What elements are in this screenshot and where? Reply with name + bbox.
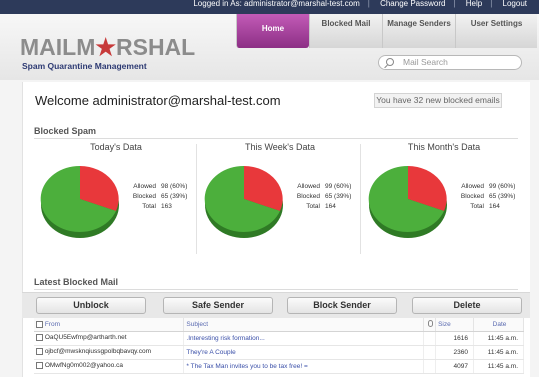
subject-cell[interactable]: .Interesting risk formation...: [183, 331, 425, 346]
chart-stats: Allowed 98 (60%) Blocked 65 (39%) Total 163: [128, 182, 188, 212]
help-link[interactable]: Help: [466, 0, 482, 8]
table-header-row: From Subject Size Date: [34, 318, 524, 332]
search-icon: [386, 58, 394, 66]
attachment-cell: [423, 345, 437, 360]
delete-button[interactable]: Delete: [412, 297, 522, 314]
tab-manage-senders[interactable]: Manage Senders: [382, 14, 455, 48]
row-checkbox[interactable]: [36, 362, 43, 370]
size-cell: 4097: [435, 359, 475, 374]
main-nav: Home Blocked Mail Manage Senders User Se…: [236, 14, 537, 48]
attachment-cell: [423, 359, 437, 374]
search-placeholder: Mail Search: [403, 57, 448, 67]
welcome-heading: Welcome administrator@marshal-test.com: [35, 93, 281, 108]
size-cell: 1616: [435, 331, 475, 346]
table-row[interactable]: OMwfNg0m002@yahoo.ca * The Tax Man invit…: [34, 359, 524, 374]
divider: [360, 144, 361, 254]
total-value: 163: [161, 203, 172, 210]
pie-chart: [204, 165, 283, 238]
divider: [196, 144, 197, 254]
tab-blocked-mail[interactable]: Blocked Mail: [309, 14, 382, 48]
blocked-mail-table: From Subject Size Date OaQU5Ewfmp@arthar…: [34, 318, 524, 374]
chart-title: This Month's Data: [407, 142, 481, 152]
logout-link[interactable]: Logout: [503, 0, 527, 8]
allowed-label: Allowed: [461, 183, 484, 190]
total-value: 164: [489, 203, 500, 210]
paperclip-icon: [428, 319, 434, 327]
separator: |: [453, 0, 456, 8]
blocked-label: Blocked: [296, 193, 320, 200]
from-cell: OMwfNg0m002@yahoo.ca: [44, 362, 123, 370]
mail-search-input[interactable]: Mail Search: [378, 55, 522, 70]
allowed-label: Allowed: [133, 183, 156, 190]
new-blocked-notice[interactable]: You have 32 new blocked emails: [374, 93, 502, 108]
allowed-value: 98 (60%): [161, 183, 188, 190]
unblock-button[interactable]: Unblock: [36, 297, 146, 314]
safe-sender-button[interactable]: Safe Sender: [163, 297, 273, 314]
table-row[interactable]: OaQU5Ewfmp@artharth.net .Interesting ris…: [34, 331, 524, 346]
table-row[interactable]: ojbcf@mwsknqiussgpolbqbavqy.com They're …: [34, 345, 524, 360]
allowed-value: 99 (60%): [489, 183, 516, 190]
date-cell: 11:45 a.m.: [473, 359, 524, 374]
latest-blocked-title: Latest Blocked Mail: [34, 277, 119, 287]
tagline: Spam Quarantine Management: [22, 61, 147, 71]
subject-cell[interactable]: * The Tax Man invites you to be tax free…: [183, 359, 425, 374]
row-checkbox[interactable]: [36, 334, 43, 342]
select-all-checkbox[interactable]: [36, 320, 43, 328]
tab-user-settings[interactable]: User Settings: [455, 14, 537, 48]
pie-chart: [368, 165, 447, 238]
from-cell: OaQU5Ewfmp@artharth.net: [44, 334, 127, 342]
star-icon: ★: [95, 34, 116, 60]
chart-title: Today's Data: [90, 142, 142, 152]
change-password-link[interactable]: Change Password: [380, 0, 445, 8]
blocked-spam-title: Blocked Spam: [34, 126, 97, 136]
chart-stats: Allowed 99 (60%) Blocked 65 (39%) Total 164: [456, 182, 516, 212]
action-bar: Unblock Safe Sender Block Sender Delete: [22, 292, 530, 318]
chart-stats: Allowed 99 (60%) Blocked 65 (39%) Total 164: [292, 182, 352, 212]
blocked-label: Blocked: [132, 193, 156, 200]
date-cell: 11:45 a.m.: [473, 345, 524, 360]
size-column-header[interactable]: Size: [435, 318, 475, 332]
chart-today: Today's Data Allowed 98 (60%) Blocked 65 (…: [36, 142, 196, 252]
subject-column-header[interactable]: Subject: [183, 318, 425, 332]
chart-week: This Week's Data Allowed 99 (60%) Blocked…: [200, 142, 360, 252]
chart-month: This Month's Data Allowed 99 (60%) Blocke…: [364, 142, 524, 252]
blocked-value: 65 (39%): [161, 193, 188, 200]
separator: |: [490, 0, 493, 8]
blocked-label: Blocked: [460, 193, 484, 200]
date-cell: 11:45 a.m.: [473, 331, 524, 346]
pie-chart: [40, 165, 119, 238]
total-label: Total: [306, 203, 320, 210]
divider: [34, 289, 518, 290]
logged-in-text: Logged in As: administrator@marshal-test…: [193, 0, 360, 8]
size-cell: 2360: [435, 345, 475, 360]
top-status-bar: Logged in As: administrator@marshal-test…: [0, 0, 539, 14]
tab-home[interactable]: Home: [236, 14, 309, 48]
attachment-cell: [423, 331, 437, 346]
date-column-header[interactable]: Date: [473, 318, 524, 332]
total-label: Total: [470, 203, 484, 210]
row-checkbox[interactable]: [36, 348, 43, 356]
from-cell: ojbcf@mwsknqiussgpolbqbavqy.com: [44, 348, 152, 356]
blocked-value: 65 (39%): [489, 193, 516, 200]
total-value: 164: [325, 203, 336, 210]
allowed-label: Allowed: [297, 183, 320, 190]
divider: [34, 138, 518, 139]
total-label: Total: [142, 203, 156, 210]
from-column-header[interactable]: From: [34, 318, 185, 332]
block-sender-button[interactable]: Block Sender: [287, 297, 397, 314]
chart-title: This Week's Data: [244, 142, 316, 152]
mailmarshal-logo: MAILM★RSHAL: [20, 34, 196, 60]
attachment-column-header[interactable]: [423, 318, 437, 332]
subject-cell[interactable]: They're A Couple: [183, 345, 425, 360]
blocked-value: 65 (39%): [325, 193, 352, 200]
allowed-value: 99 (60%): [325, 183, 352, 190]
separator: |: [367, 0, 370, 8]
